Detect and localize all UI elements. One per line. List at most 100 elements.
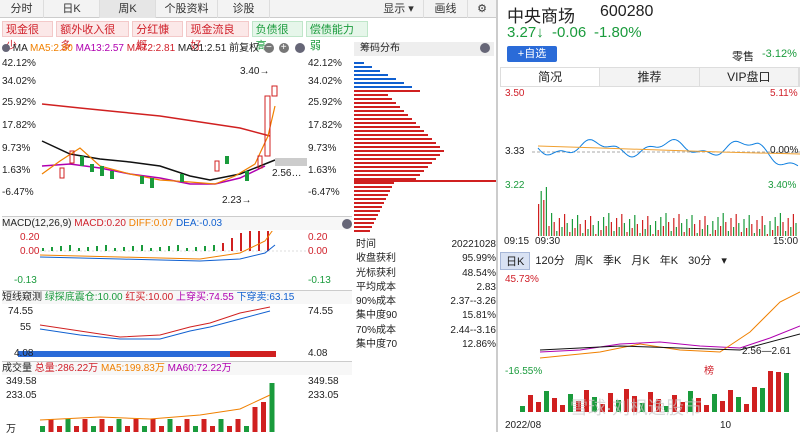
chip-bar: [354, 78, 396, 80]
tab-intraday[interactable]: 分时: [0, 0, 44, 18]
chip-bar: [354, 110, 404, 112]
intraday-volume-bar: [712, 221, 714, 236]
chip-bar: [354, 122, 416, 124]
chip-bar: [354, 66, 372, 68]
macd-bar: [204, 246, 206, 251]
ma21-value: MA21:2.51: [177, 43, 227, 54]
short-tick: 55: [20, 322, 32, 333]
period-quarterly[interactable]: 季K: [598, 252, 626, 270]
display-label: 显示: [383, 3, 406, 15]
pct-tick-right: 9.73%: [308, 143, 337, 154]
chip-bar: [354, 210, 380, 212]
tab-summary[interactable]: 简况: [501, 68, 601, 86]
mini-volume-bar: [728, 390, 733, 412]
intraday-volume-bar: [699, 220, 701, 236]
cost-value: 95.99%: [462, 253, 496, 265]
tab-stock-profile[interactable]: 个股资料: [156, 0, 218, 18]
volume-bar: [74, 426, 79, 432]
chart-settings-icon[interactable]: [295, 43, 306, 54]
intraday-volume-bar: [626, 232, 628, 236]
chip-bar: [354, 162, 432, 164]
intraday-volume-bar: [790, 227, 792, 236]
cost-value: 15.81%: [462, 310, 496, 322]
intraday-chart: [532, 138, 800, 236]
zoom-in-icon[interactable]: +: [278, 43, 289, 54]
intraday-volume-bar: [600, 230, 602, 236]
mini-volume-bar: [552, 398, 557, 412]
chip-bar: [354, 166, 428, 168]
intraday-volume-bar: [727, 231, 729, 236]
pct-tick-right: 42.12%: [308, 58, 342, 69]
adjust-label[interactable]: 前复权: [229, 43, 259, 54]
tag-debt-high[interactable]: 负债很高: [251, 21, 303, 52]
pct-tick-left: 34.02%: [2, 76, 36, 87]
intraday-volume-bar: [655, 221, 657, 236]
intraday-volume-bar: [561, 227, 563, 236]
intraday-volume-bar: [566, 223, 568, 236]
tab-weekly-k[interactable]: 周K: [100, 0, 156, 18]
intraday-volume-bar: [696, 233, 698, 236]
intraday-volume-bar: [636, 224, 638, 236]
macd-settings-icon[interactable]: [342, 219, 352, 229]
zoom-out-icon[interactable]: −: [263, 43, 274, 54]
volume-bar: [176, 426, 181, 432]
period-yearly[interactable]: 年K: [655, 252, 683, 270]
period-120m[interactable]: 120分: [530, 252, 569, 270]
tag-extra-income[interactable]: 额外收入很多: [56, 21, 130, 52]
macd-tick: 0.00: [20, 246, 40, 257]
short-c: 上穿买:74.55: [175, 292, 234, 303]
mini-volume-bar: [720, 401, 725, 412]
mini-volume-bar: [536, 402, 541, 412]
chip-bar: [354, 130, 424, 132]
mini-volume-bar: [776, 372, 781, 412]
draw-line-button[interactable]: 画线: [424, 0, 468, 18]
intraday-volume-bar: [686, 219, 688, 236]
tag-dividend[interactable]: 分红慷慨: [132, 21, 184, 52]
period-weekly[interactable]: 周K: [570, 252, 598, 270]
stock-code: 600280: [600, 3, 654, 20]
macd-bar: [69, 245, 71, 251]
tab-daily-k[interactable]: 日K: [44, 0, 100, 18]
display-menu[interactable]: 显示 ▾: [374, 0, 424, 18]
intraday-volume-bar: [587, 229, 589, 236]
tag-solvency-weak[interactable]: 偿债能力弱: [305, 21, 368, 52]
macd-bar: [240, 233, 242, 251]
intraday-volume-bar: [787, 218, 789, 236]
volume-bar: [167, 419, 173, 432]
tab-vip-quote[interactable]: VIP盘口: [700, 68, 799, 86]
settings-gear-icon[interactable]: ⚙: [468, 0, 496, 18]
period-30m[interactable]: 30分: [683, 252, 716, 270]
volume-bar: [193, 426, 198, 432]
mid-price-label: 2.56…: [272, 168, 302, 179]
intraday-volume-bar: [545, 187, 547, 236]
tab-recommend[interactable]: 推荐: [600, 68, 700, 86]
minus-icon[interactable]: [2, 44, 10, 53]
period-daily[interactable]: 日K: [500, 252, 531, 270]
period-monthly[interactable]: 月K: [626, 252, 654, 270]
panel-divider[interactable]: [496, 0, 498, 432]
mini-range: 2.56—2.61: [742, 346, 791, 357]
cost-value: 20221028: [451, 239, 497, 250]
low-price-label: 2.23→: [222, 195, 252, 206]
intraday-volume-bar: [605, 226, 607, 236]
chip-bar: [354, 94, 388, 96]
mini-volume-bar: [736, 397, 741, 412]
intra-pct-hi: 5.11%: [770, 88, 798, 99]
chip-settings-icon[interactable]: [480, 43, 490, 53]
tag-cash-low[interactable]: 现金很少: [2, 21, 54, 52]
bang-badge[interactable]: 榜: [704, 362, 714, 377]
dea-value: DEA:-0.03: [175, 218, 223, 229]
tag-cashflow[interactable]: 现金流良好: [186, 21, 249, 52]
intraday-volume-bar: [792, 214, 794, 236]
macd-chart: [39, 231, 310, 262]
cost-value: 48.54%: [462, 267, 496, 279]
period-more-icon[interactable]: ▾: [716, 252, 732, 270]
tab-diagnose[interactable]: 诊股: [218, 0, 270, 18]
kline-chart[interactable]: [0, 56, 354, 206]
add-watchlist-button[interactable]: +自选: [507, 46, 557, 62]
intraday-volume-bar: [629, 219, 631, 236]
intraday-volume-bar: [675, 227, 677, 236]
chip-bar: [354, 222, 374, 224]
stock-change: -0.06: [552, 24, 587, 41]
ma-legend: MA MA5:2.80 MA13:2.57 MA72:2.81 MA21:2.5…: [2, 42, 352, 56]
